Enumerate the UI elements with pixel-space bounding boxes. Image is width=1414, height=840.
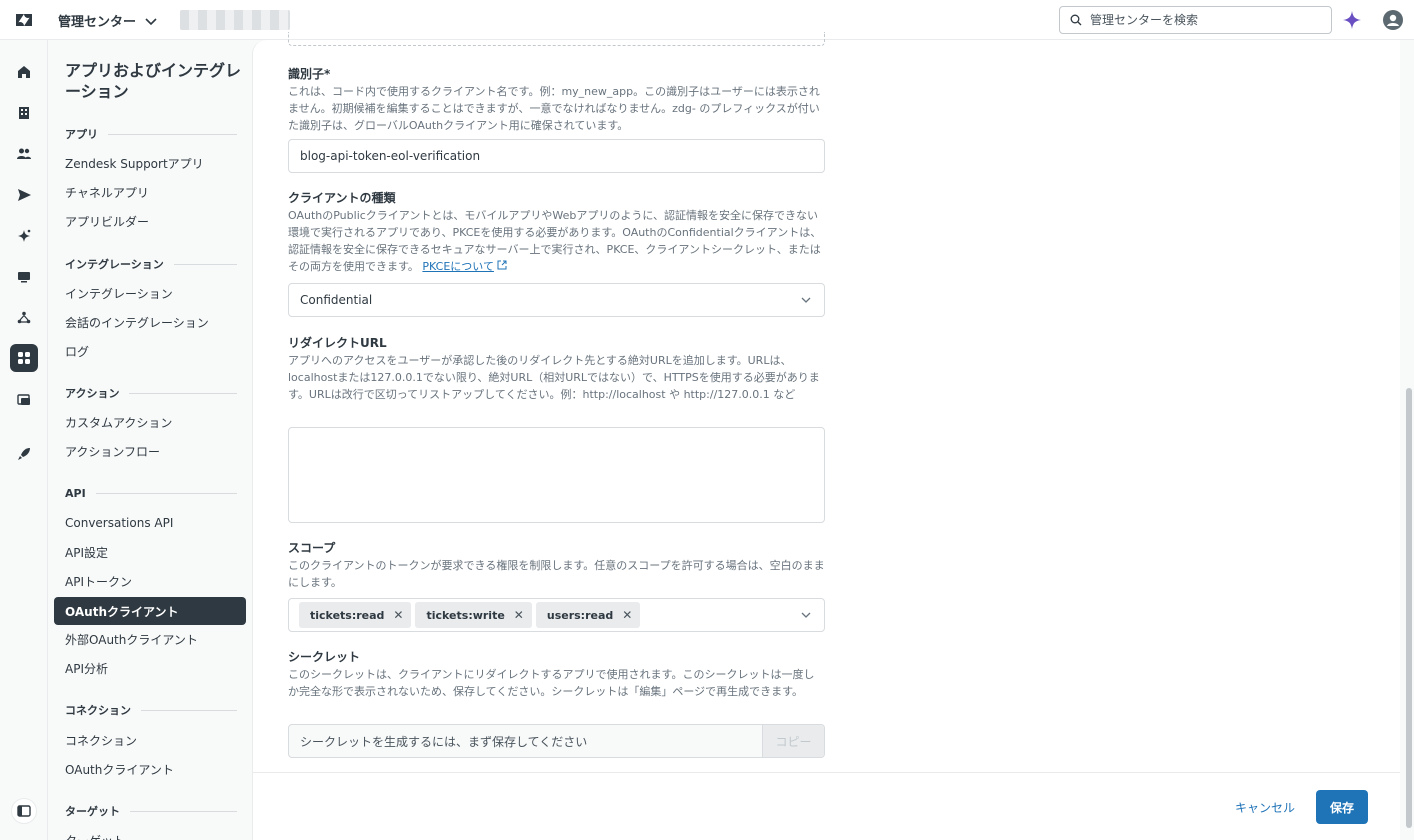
people-icon[interactable]: [12, 142, 36, 166]
cancel-button[interactable]: キャンセル: [1231, 791, 1299, 823]
building-icon[interactable]: [12, 101, 36, 125]
client-type-value: Confidential: [300, 293, 373, 307]
nav-item-logs[interactable]: ログ: [54, 337, 246, 365]
apps-integrations-icon[interactable]: [10, 344, 38, 372]
nav-item-api-tokens[interactable]: APIトークン: [54, 567, 246, 595]
nav-section-heading: アプリ: [65, 126, 237, 142]
ai-sparkle-icon[interactable]: [1342, 10, 1362, 30]
nav-item-channel-apps[interactable]: チャネルアプリ: [54, 178, 246, 206]
search-input[interactable]: [1090, 13, 1310, 27]
scope-tag: users:read ✕: [535, 602, 641, 628]
zendesk-logo-icon[interactable]: [14, 10, 34, 30]
account-name-blurred: [180, 10, 290, 30]
secondary-nav: アプリおよびインテグレーション アプリ Zendesk Supportアプリ チ…: [48, 40, 252, 840]
nav-item-conversation-integrations[interactable]: 会話のインテグレーション: [54, 308, 246, 336]
chevron-down-icon: [801, 297, 811, 303]
pkce-link[interactable]: PKCEについて: [422, 260, 494, 273]
nav-title: アプリおよびインテグレーション: [65, 61, 242, 101]
nav-item-targets[interactable]: ターゲット: [54, 826, 246, 840]
page-scrollbar[interactable]: [1404, 40, 1414, 840]
search-box[interactable]: [1059, 6, 1332, 34]
nav-item-oauth-clients[interactable]: OAuthクライアント: [54, 597, 246, 625]
objects-rules-icon[interactable]: [12, 306, 36, 330]
client-type-select[interactable]: Confidential: [288, 283, 825, 317]
scrollbar-thumb[interactable]: [1406, 388, 1412, 828]
user-avatar-icon[interactable]: [1383, 10, 1403, 30]
scope-multiselect[interactable]: tickets:read ✕ tickets:write ✕ users:rea…: [288, 598, 825, 632]
redirect-url-textarea[interactable]: [288, 427, 825, 523]
client-type-label: クライアントの種類: [288, 191, 396, 205]
scope-field-header: スコープ このクライアントのトークンが要求できる権限を制限します。任意のスコープ…: [288, 540, 825, 591]
form-card: 識別子* これは、コード内で使用するクライアント名です。例：my_new_app…: [252, 32, 1400, 772]
ai-icon[interactable]: [12, 224, 36, 248]
client-type-hint: OAuthのPublicクライアントとは、モバイルアプリやWebアプリのように、…: [288, 209, 822, 273]
external-link-icon: [497, 260, 507, 270]
nav-item-api-settings[interactable]: API設定: [54, 538, 246, 566]
nav-item-connection-oauth-clients[interactable]: OAuthクライアント: [54, 755, 246, 783]
redirect-url-hint: アプリへのアクセスをユーザーが承認した後のリダイレクト先とする絶対URLを追加し…: [288, 354, 820, 401]
remove-tag-close-icon[interactable]: ✕: [393, 608, 403, 622]
scope-label: スコープ: [288, 541, 336, 555]
workspaces-icon[interactable]: [12, 265, 36, 289]
product-switcher[interactable]: 管理センター: [58, 11, 158, 30]
rocket-icon[interactable]: [12, 442, 36, 466]
channels-send-icon[interactable]: [12, 183, 36, 207]
identifier-field-header: 識別子* これは、コード内で使用するクライアント名です。例：my_new_app…: [288, 66, 825, 134]
identifier-hint: これは、コード内で使用するクライアント名です。例：my_new_app。この識別…: [288, 85, 820, 132]
copy-button[interactable]: コピー: [762, 725, 824, 757]
nav-item-external-oauth-clients[interactable]: 外部OAuthクライアント: [54, 625, 246, 653]
secret-label: シークレット: [288, 650, 361, 664]
nav-section-heading: ターゲット: [65, 803, 237, 819]
chevron-down-icon: [801, 612, 811, 618]
nav-section-heading: インテグレーション: [65, 256, 237, 272]
scope-hint: このクライアントのトークンが要求できる権限を制限します。任意のスコープを許可する…: [288, 559, 825, 589]
product-name: 管理センター: [58, 15, 137, 30]
chevron-down-icon: [145, 17, 157, 25]
identifier-input[interactable]: blog-api-token-eol-verification: [288, 139, 825, 173]
main-content: 識別子* これは、コード内で使用するクライアント名です。例：my_new_app…: [252, 32, 1414, 840]
nav-item-action-flows[interactable]: アクションフロー: [54, 437, 246, 465]
identifier-label: 識別子*: [288, 67, 331, 81]
nav-item-integrations[interactable]: インテグレーション: [54, 279, 246, 307]
secret-field-header: シークレット このシークレットは、クライアントにリダイレクトするアプリで使用され…: [288, 649, 825, 700]
remove-tag-close-icon[interactable]: ✕: [514, 608, 524, 622]
nav-item-support-apps[interactable]: Zendesk Supportアプリ: [54, 149, 246, 177]
nav-item-connections[interactable]: コネクション: [54, 726, 246, 754]
nav-item-custom-actions[interactable]: カスタムアクション: [54, 408, 246, 436]
previous-field-edge: [288, 32, 825, 46]
secret-placeholder: シークレットを生成するには、まず保存してください: [300, 734, 588, 749]
scope-tag: tickets:write ✕: [415, 602, 532, 628]
nav-section-heading: アクション: [65, 385, 237, 401]
nav-item-app-builder[interactable]: アプリビルダー: [54, 207, 246, 235]
secret-hint: このシークレットは、クライアントにリダイレクトするアプリで使用されます。このシー…: [288, 668, 815, 698]
identifier-value: blog-api-token-eol-verification: [300, 149, 481, 163]
sidebar-toggle-icon[interactable]: [11, 798, 37, 824]
nav-section-heading: コネクション: [65, 702, 237, 718]
home-icon[interactable]: [12, 60, 36, 84]
account-billing-icon[interactable]: [12, 388, 36, 412]
nav-item-api-analytics[interactable]: API分析: [54, 654, 246, 682]
nav-section-heading: API: [65, 487, 237, 500]
form-footer: キャンセル 保存: [252, 772, 1400, 840]
nav-item-conversations-api[interactable]: Conversations API: [54, 509, 246, 537]
save-button[interactable]: 保存: [1316, 790, 1368, 824]
scope-tag: tickets:read ✕: [299, 602, 412, 628]
search-icon: [1070, 14, 1082, 26]
secret-input-group: シークレットを生成するには、まず保存してください コピー: [288, 724, 825, 758]
client-type-field-header: クライアントの種類 OAuthのPublicクライアントとは、モバイルアプリやW…: [288, 190, 825, 275]
remove-tag-close-icon[interactable]: ✕: [622, 608, 632, 622]
redirect-url-field-header: リダイレクトURL アプリへのアクセスをユーザーが承認した後のリダイレクト先とす…: [288, 335, 825, 403]
product-nav-rail: [0, 40, 48, 840]
redirect-url-label: リダイレクトURL: [288, 336, 387, 350]
